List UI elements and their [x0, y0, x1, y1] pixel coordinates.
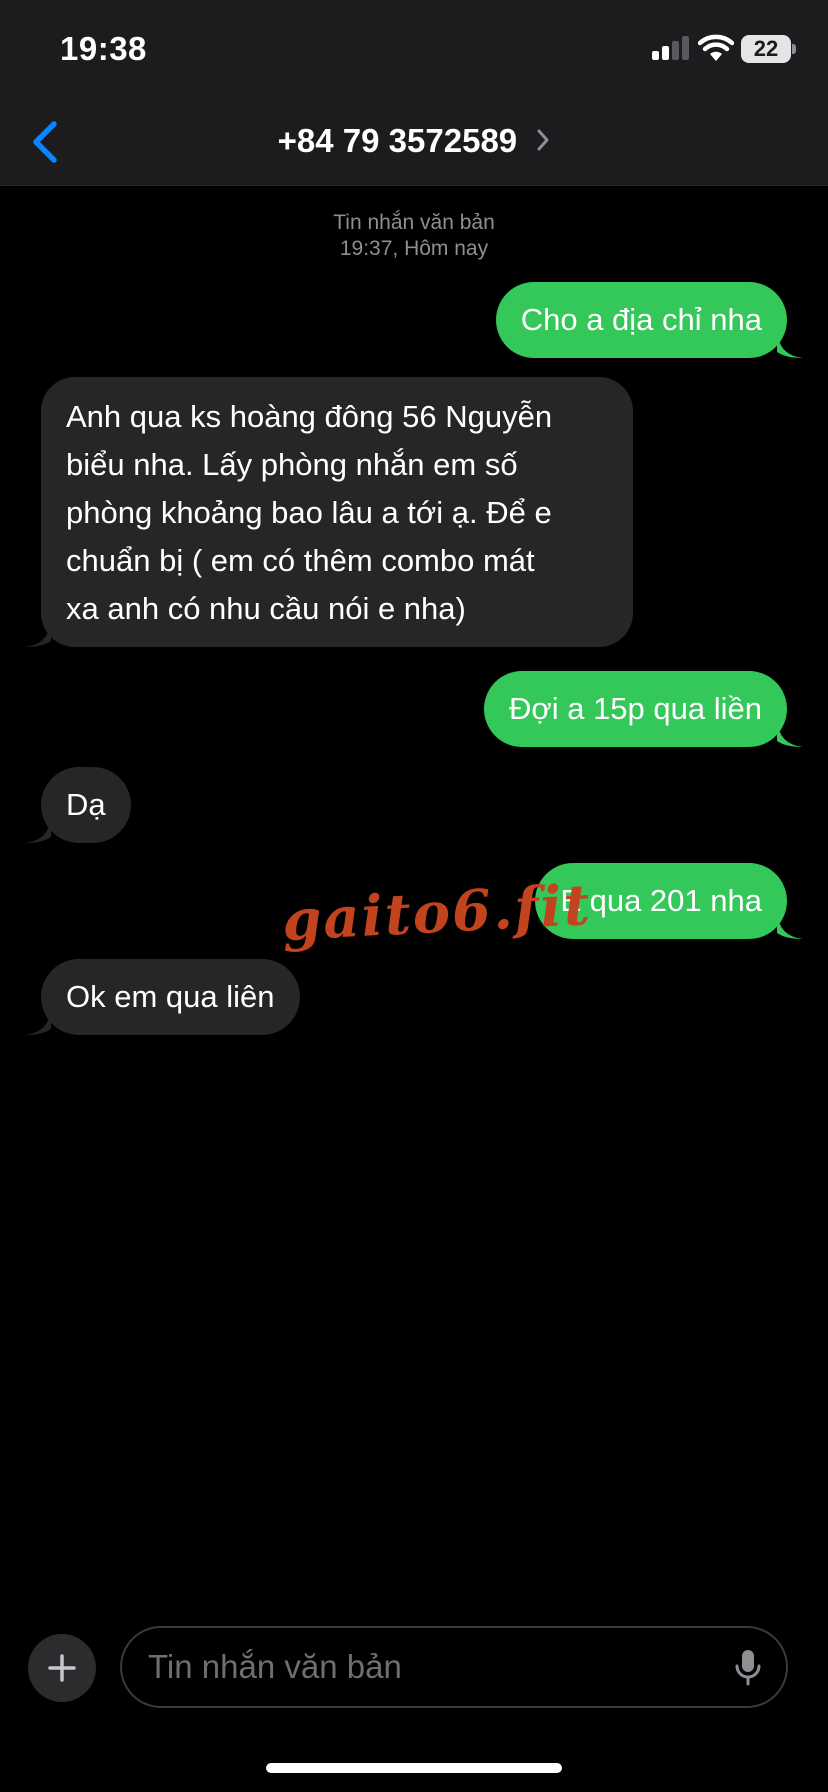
contact-header-button[interactable]: +84 79 3572589 [0, 122, 828, 160]
battery-cap [792, 44, 796, 54]
wifi-icon [698, 34, 734, 61]
microphone-icon[interactable] [734, 1648, 762, 1688]
status-time: 19:38 [60, 30, 147, 67]
message-bubble-outgoing[interactable]: Cho a địa chỉ nha [495, 282, 803, 358]
message-text: Cho a địa chỉ nha [520, 302, 762, 337]
bubble-tail [777, 332, 803, 358]
bubble-tail [25, 621, 51, 647]
message-line: phòng khoảng bao lâu a tới ạ. Để e [66, 495, 552, 530]
status-bar: 19:38 22 [0, 0, 828, 100]
cellular-signal-icon [652, 36, 690, 60]
message-input[interactable] [148, 1628, 708, 1706]
message-text: Dạ [66, 787, 106, 822]
message-bubble-incoming[interactable]: Ok em qua liên [25, 959, 300, 1035]
message-bubble-outgoing[interactable]: Đợi a 15p qua liền [484, 671, 803, 747]
message-bubble-incoming[interactable]: Dạ [25, 767, 131, 843]
message-bubble-incoming[interactable]: Anh qua ks hoàng đông 56 Nguyễn biểu nha… [25, 377, 633, 647]
bubble-tail [25, 1009, 51, 1035]
message-line: xa anh có nhu cầu nói e nha) [66, 591, 466, 626]
home-indicator[interactable] [266, 1763, 562, 1773]
thread-type-label: Tin nhắn văn bản [333, 211, 495, 234]
message-line: chuẩn bị ( em có thêm combo mát [66, 543, 535, 578]
bubble-tail [777, 913, 803, 939]
bubble-tail [25, 817, 51, 843]
battery-icon: 22 [741, 35, 791, 63]
message-text: Ok em qua liên [66, 979, 275, 1014]
message-input-container [120, 1626, 788, 1708]
watermark: gaito6.fit [280, 871, 594, 955]
thread-timestamp: 19:37, Hôm nay [339, 237, 489, 260]
contact-phone-number: +84 79 3572589 [277, 122, 518, 159]
message-line: biểu nha. Lấy phòng nhắn em số [66, 447, 518, 482]
thread-info: Tin nhắn văn bản 19:37, Hôm nay [0, 210, 828, 262]
plus-icon [48, 1654, 76, 1682]
chevron-right-icon [537, 129, 549, 151]
message-text: Đợi a 15p qua liền [509, 691, 762, 726]
conversation-header: +84 79 3572589 [0, 100, 828, 186]
message-line: Anh qua ks hoàng đông 56 Nguyễn [66, 399, 553, 434]
add-attachment-button[interactable] [28, 1634, 96, 1702]
bubble-tail [777, 721, 803, 747]
